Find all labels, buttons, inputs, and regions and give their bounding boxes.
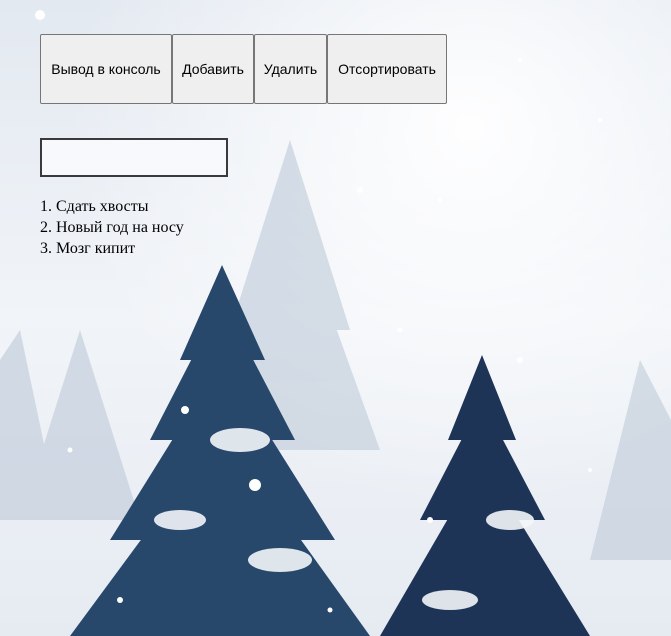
- list-item-text: Мозг кипит: [56, 240, 136, 257]
- sort-button[interactable]: Отсортировать: [327, 34, 447, 104]
- add-button[interactable]: Добавить: [172, 34, 254, 104]
- list-item-text: Сдать хвосты: [56, 198, 149, 215]
- list-item-text: Новый год на носу: [56, 219, 184, 236]
- toolbar: Вывод в консоль Добавить Удалить Отсорти…: [40, 34, 447, 104]
- delete-button[interactable]: Удалить: [254, 34, 327, 104]
- list-item-number: 2.: [40, 219, 52, 236]
- list-item: 3. Мозг кипит: [40, 238, 447, 259]
- task-list: 1. Сдать хвосты 2. Новый год на носу 3. …: [40, 196, 447, 259]
- list-item: 1. Сдать хвосты: [40, 196, 447, 217]
- task-input[interactable]: [40, 138, 228, 177]
- todo-app: Вывод в консоль Добавить Удалить Отсорти…: [40, 34, 447, 259]
- console-output-button[interactable]: Вывод в консоль: [40, 34, 172, 104]
- list-item-number: 3.: [40, 240, 52, 257]
- list-item: 2. Новый год на носу: [40, 217, 447, 238]
- list-item-number: 1.: [40, 198, 52, 215]
